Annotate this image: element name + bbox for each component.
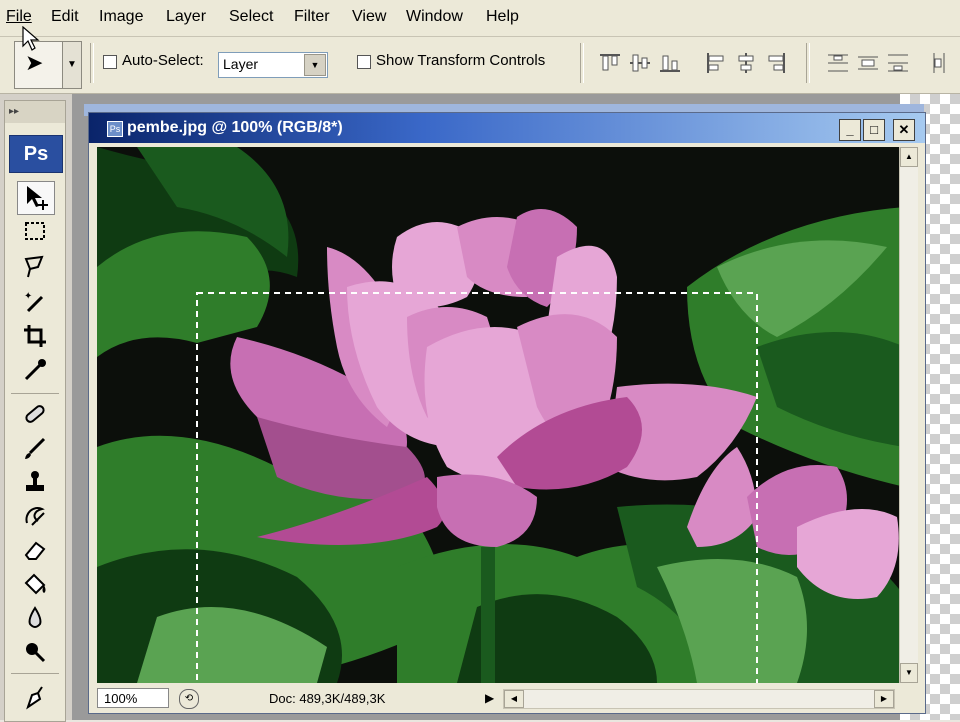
show-transform-label: Show Transform Controls [376, 52, 546, 69]
align-hcenter-icon[interactable] [734, 51, 758, 75]
vertical-scrollbar[interactable]: ▲ ▼ [899, 147, 918, 683]
auto-select-checkbox[interactable] [103, 55, 117, 69]
blur-tool-icon[interactable] [17, 603, 53, 635]
menu-bar: File Edit Image Layer Select Filter View… [0, 0, 960, 37]
distribute-vcenter-icon[interactable] [856, 51, 880, 75]
divider [11, 673, 59, 674]
eyedropper-tool-icon[interactable] [17, 355, 53, 387]
close-button[interactable]: ✕ [893, 119, 915, 141]
scroll-up-icon[interactable]: ▲ [900, 147, 918, 167]
menu-edit[interactable]: Edit [51, 8, 79, 26]
divider [806, 43, 810, 83]
distribute-left-icon[interactable] [930, 51, 954, 75]
document-size-info: Doc: 489,3K/489,3K [269, 691, 386, 706]
pen-tool-icon[interactable] [17, 681, 53, 713]
align-vcenter-icon[interactable] [628, 51, 652, 75]
auto-select-label: Auto-Select: [122, 52, 204, 69]
minimize-button[interactable]: _ [839, 119, 861, 141]
healing-brush-tool-icon[interactable] [17, 399, 53, 431]
dodge-tool-icon[interactable] [17, 637, 53, 669]
maximize-button[interactable]: □ [863, 119, 885, 141]
ps-logo: Ps [9, 135, 63, 173]
menu-layer[interactable]: Layer [166, 8, 206, 26]
panel-grip[interactable]: ▸▸ [5, 101, 65, 123]
document-title: pembe.jpg @ 100% (RGB/8*) [127, 119, 343, 136]
scroll-left-icon[interactable]: ◀ [504, 690, 524, 708]
divider [90, 43, 94, 83]
menu-select[interactable]: Select [229, 8, 273, 26]
scroll-right-icon[interactable]: ▶ [874, 690, 894, 708]
brush-tool-icon[interactable] [17, 433, 53, 465]
scroll-down-icon[interactable]: ▼ [900, 663, 918, 683]
tools-panel: ▸▸ Ps ✦ [4, 100, 66, 722]
menu-file[interactable]: File [6, 8, 32, 26]
zoom-toggle-icon[interactable]: ⟲ [179, 689, 199, 709]
move-tool-icon[interactable] [17, 181, 55, 215]
move-tool-icon: ➤ [25, 50, 44, 75]
distribute-top-icon[interactable] [826, 51, 850, 75]
document-title-bar[interactable]: Ps pembe.jpg @ 100% (RGB/8*) _ □ ✕ [89, 113, 925, 143]
chevron-down-icon[interactable]: ▼ [62, 42, 81, 88]
lasso-tool-icon[interactable] [17, 251, 53, 283]
menu-help[interactable]: Help [486, 8, 519, 26]
distribute-bottom-icon[interactable] [886, 51, 910, 75]
status-menu-arrow-icon[interactable]: ▶ [485, 691, 494, 705]
auto-select-dropdown[interactable]: Layer ▼ [218, 52, 328, 78]
magic-wand-tool-icon[interactable]: ✦ [17, 287, 53, 319]
image-canvas[interactable] [97, 147, 905, 683]
marquee-tool-icon[interactable] [17, 217, 53, 249]
menu-view[interactable]: View [352, 8, 386, 26]
paint-bucket-tool-icon[interactable] [17, 569, 53, 601]
crop-tool-icon[interactable] [17, 321, 53, 353]
options-bar: ➤ ▼ Auto-Select: Layer ▼ Show Transform … [0, 37, 960, 94]
zoom-field[interactable]: 100% [97, 688, 169, 708]
align-bottom-icon[interactable] [658, 51, 682, 75]
align-left-icon[interactable] [704, 51, 728, 75]
align-top-icon[interactable] [598, 51, 622, 75]
show-transform-checkbox[interactable] [357, 55, 371, 69]
divider [11, 393, 59, 394]
svg-text:✦: ✦ [24, 291, 32, 302]
history-brush-tool-icon[interactable] [17, 501, 53, 533]
menu-window[interactable]: Window [406, 8, 463, 26]
mouse-cursor-icon [22, 26, 40, 51]
align-right-icon[interactable] [764, 51, 788, 75]
status-bar: 100% ⟲ Doc: 489,3K/489,3K ▶ ◀ ▶ [89, 685, 925, 711]
document-window: Ps pembe.jpg @ 100% (RGB/8*) _ □ ✕ ▲ ▼ 1… [88, 112, 926, 714]
clone-stamp-tool-icon[interactable] [17, 467, 53, 499]
divider [580, 43, 584, 83]
chevron-down-icon[interactable]: ▼ [304, 54, 326, 76]
eraser-tool-icon[interactable] [17, 535, 53, 567]
ps-document-icon: Ps [107, 121, 123, 137]
menu-image[interactable]: Image [99, 8, 143, 26]
horizontal-scrollbar[interactable]: ◀ ▶ [503, 689, 895, 709]
auto-select-value: Layer [223, 56, 259, 72]
menu-filter[interactable]: Filter [294, 8, 330, 26]
